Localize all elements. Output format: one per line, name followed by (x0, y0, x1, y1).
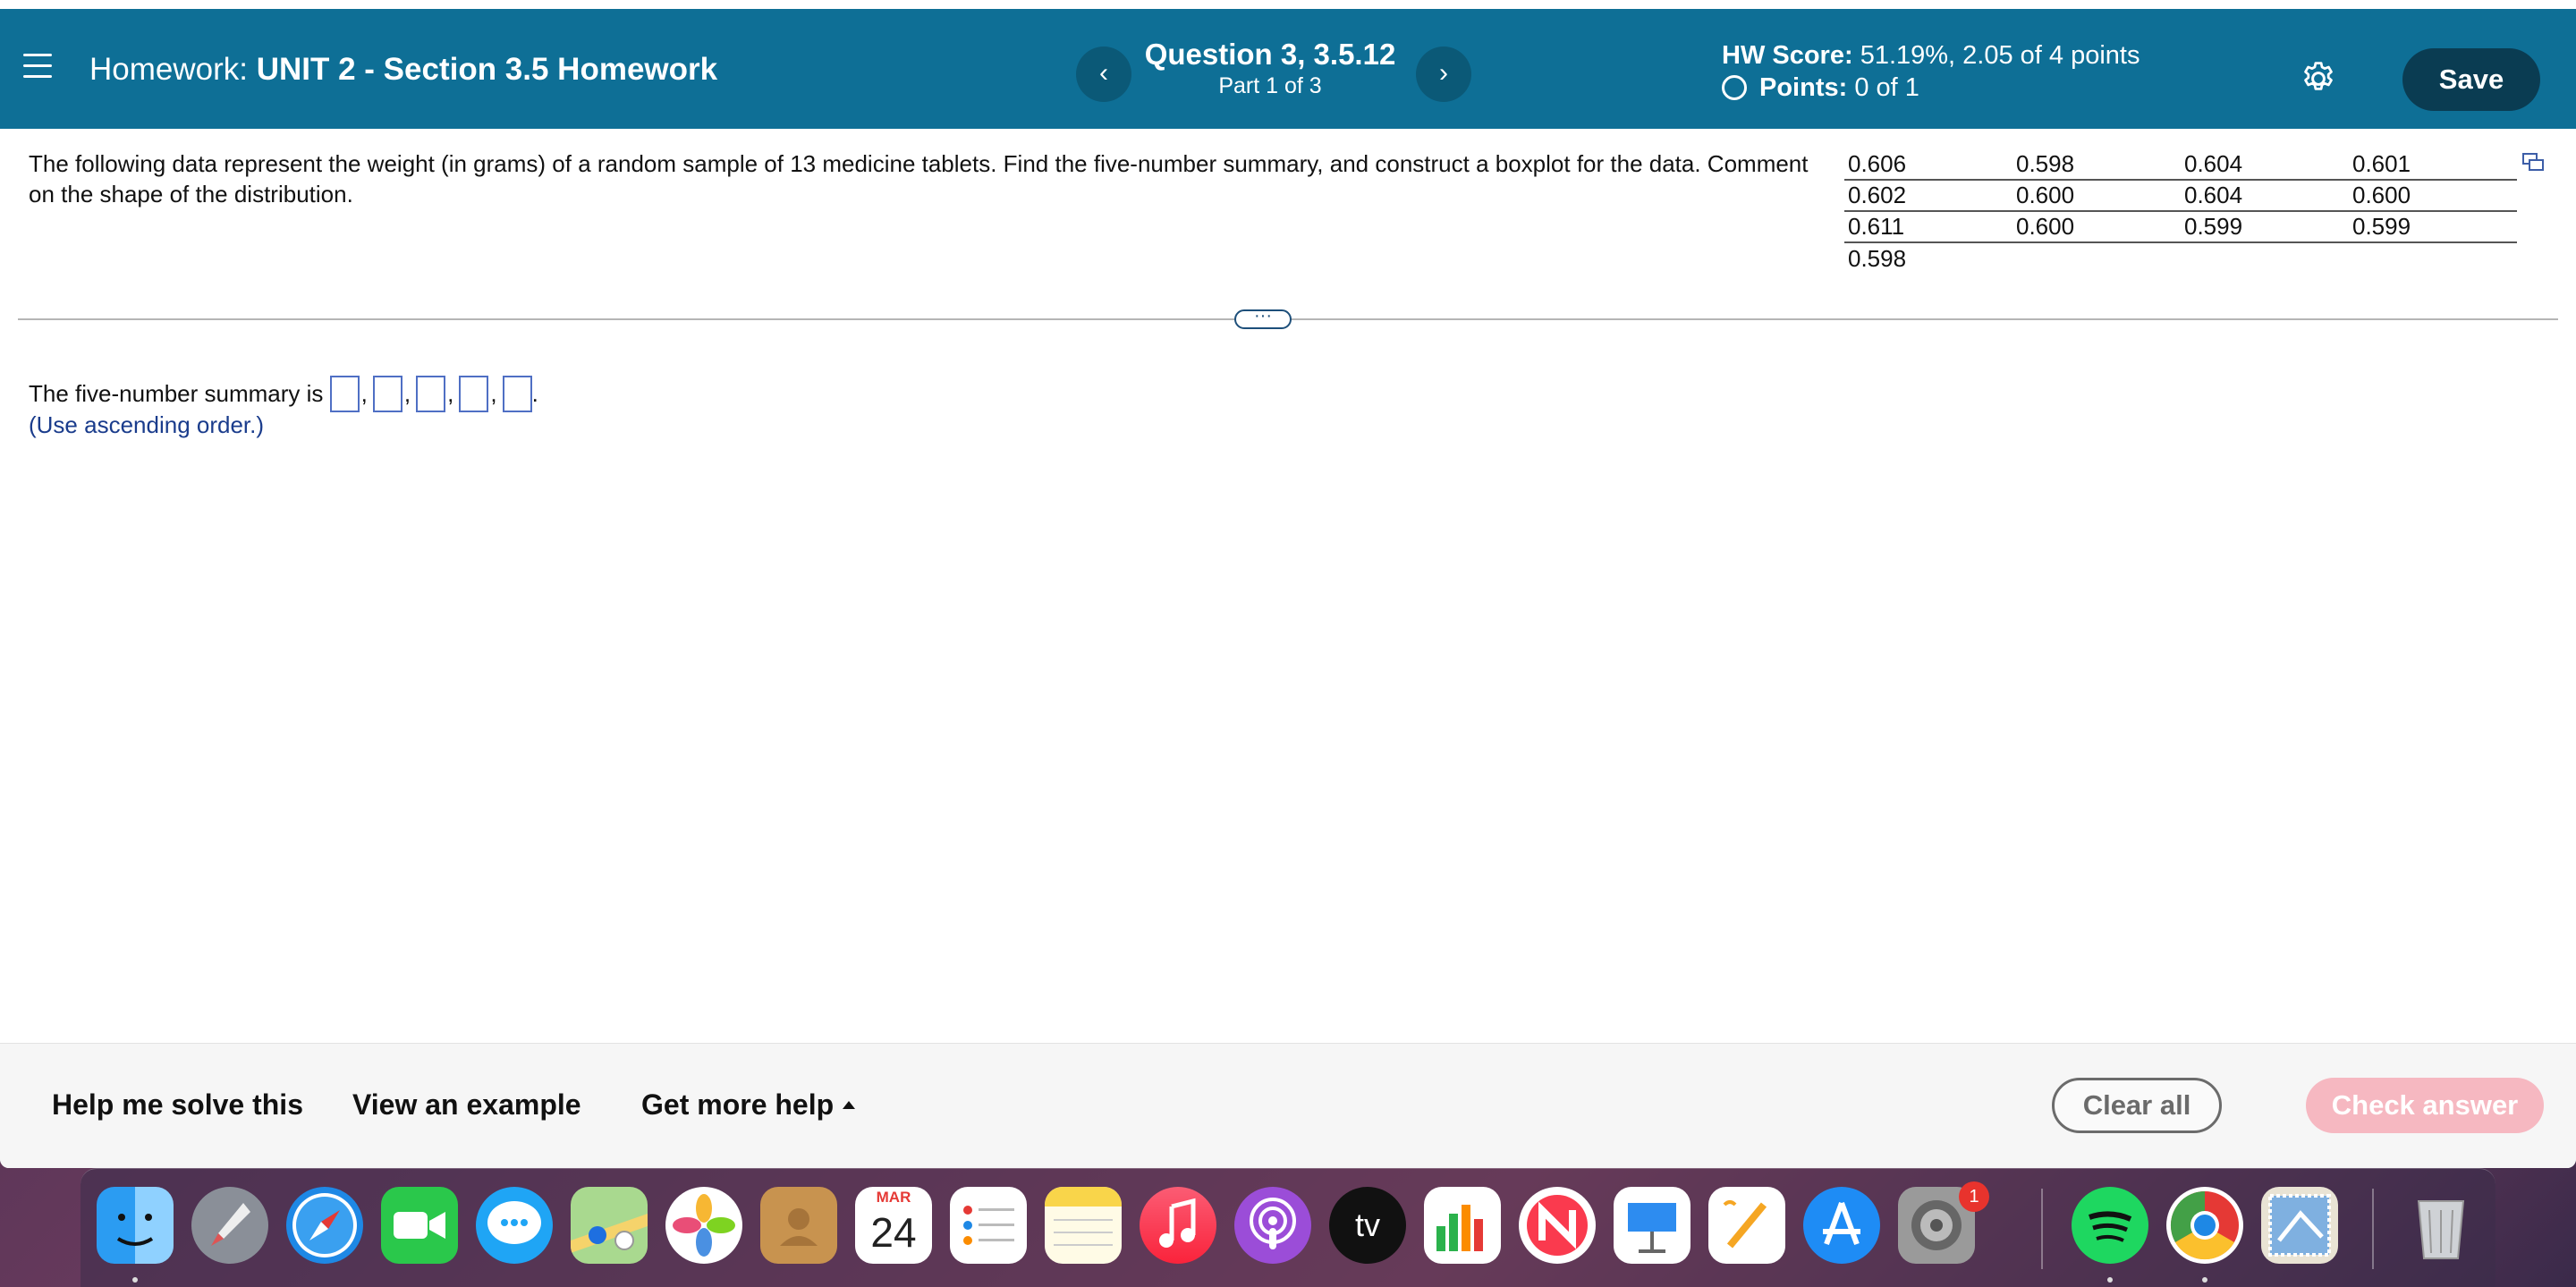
table-row: 0.606 0.598 0.604 0.601 (1844, 148, 2517, 181)
table-cell (2181, 242, 2349, 274)
settings-gear-icon[interactable] (2299, 59, 2338, 98)
points-status-icon (1722, 75, 1747, 100)
get-more-help-label: Get more help (641, 1088, 835, 1121)
table-cell: 0.600 (2012, 180, 2181, 212)
calendar-day: 24 (870, 1209, 917, 1256)
homework-header: Homework: UNIT 2 - Section 3.5 Homework … (0, 9, 2576, 129)
table-cell: 0.599 (2349, 211, 2517, 243)
table-cell: 0.611 (1844, 211, 2012, 243)
trash-icon[interactable] (2402, 1187, 2479, 1264)
answer-separator: , (360, 380, 368, 407)
table-cell: 0.600 (2012, 211, 2181, 243)
safari-icon[interactable] (286, 1187, 363, 1264)
browser-window: Homework: UNIT 2 - Section 3.5 Homework … (0, 0, 2576, 1168)
script-editor-icon[interactable] (1708, 1187, 1785, 1264)
hw-score: HW Score: 51.19%, 2.05 of 4 points (1722, 41, 2140, 71)
answer-input-q3[interactable] (459, 376, 489, 412)
table-cell: 0.599 (2181, 211, 2349, 243)
facetime-icon[interactable] (381, 1187, 458, 1264)
mail-stamp-icon[interactable] (2261, 1187, 2338, 1264)
save-button[interactable]: Save (2402, 48, 2540, 111)
macos-dock: MAR 24 tv 1 (80, 1168, 2496, 1287)
answer-end: . (531, 380, 538, 407)
dock-running-indicator (132, 1277, 138, 1283)
table-cell: 0.604 (2181, 148, 2349, 181)
news-icon[interactable] (1519, 1187, 1596, 1264)
table-cell: 0.600 (2349, 180, 2517, 212)
next-question-button[interactable]: › (1416, 47, 1471, 102)
footer-toolbar: Help me solve this View an example Get m… (0, 1043, 2576, 1168)
contacts-icon[interactable] (760, 1187, 837, 1264)
answer-separator: , (447, 380, 454, 407)
hw-score-label: HW Score: (1722, 41, 1853, 70)
calendar-icon[interactable]: MAR 24 (855, 1187, 932, 1264)
messages-icon[interactable] (476, 1187, 553, 1264)
table-row: 0.602 0.600 0.604 0.600 (1844, 180, 2517, 212)
notes-icon[interactable] (1045, 1187, 1122, 1264)
question-text: The following data represent the weight … (29, 150, 1809, 207)
table-cell: 0.598 (1848, 244, 1907, 272)
finder-icon[interactable] (97, 1187, 174, 1264)
homework-title-name: UNIT 2 - Section 3.5 Homework (256, 52, 718, 87)
numbers-icon[interactable] (1424, 1187, 1501, 1264)
table-cell (2012, 242, 2181, 274)
homework-title: Homework: UNIT 2 - Section 3.5 Homework (89, 52, 717, 88)
get-more-help-button[interactable]: Get more help (641, 1088, 856, 1122)
spotify-icon[interactable] (2072, 1187, 2148, 1264)
reminders-icon[interactable] (950, 1187, 1027, 1264)
five-number-summary-line: The five-number summary is ,,,,. (29, 376, 538, 412)
table-row: 0.611 0.600 0.599 0.599 (1844, 211, 2517, 243)
question-title: Question 3, 3.5.12 (1144, 38, 1396, 71)
dock-separator (2041, 1189, 2043, 1269)
caret-up-icon (843, 1101, 856, 1109)
photos-icon[interactable] (665, 1187, 742, 1264)
answer-input-q1[interactable] (372, 376, 402, 412)
answer-input-minimum[interactable] (329, 376, 360, 412)
dock-running-indicator (2202, 1277, 2207, 1283)
chrome-icon[interactable] (2166, 1187, 2243, 1264)
points: Points: 0 of 1 (1722, 73, 1919, 103)
podcasts-icon[interactable] (1234, 1187, 1311, 1264)
notification-badge: 1 (1959, 1181, 1989, 1212)
table-cell (2349, 242, 2517, 274)
calendar-month: MAR (876, 1189, 911, 1206)
homework-title-prefix: Homework: (89, 52, 248, 87)
check-answer-button[interactable]: Check answer (2306, 1078, 2544, 1133)
table-cell: 0.604 (2181, 180, 2349, 212)
maps-icon[interactable] (571, 1187, 648, 1264)
help-me-solve-button[interactable]: Help me solve this (52, 1088, 303, 1122)
expand-table-icon[interactable] (2522, 152, 2544, 172)
apple-tv-icon[interactable]: tv (1329, 1187, 1406, 1264)
table-cell: 0.598 (2012, 148, 2181, 181)
answer-input-maximum[interactable] (502, 376, 532, 412)
answer-prompt: The five-number summary is (29, 380, 324, 407)
table-cell: 0.602 (1844, 180, 2012, 212)
launchpad-icon[interactable] (191, 1187, 268, 1264)
table-cell: 0.601 (2349, 148, 2517, 181)
music-icon[interactable] (1140, 1187, 1216, 1264)
table-cell: 0.606 (1844, 148, 2012, 181)
clear-all-button[interactable]: Clear all (2052, 1078, 2222, 1133)
dock-separator (2372, 1189, 2374, 1269)
answer-hint: (Use ascending order.) (29, 411, 265, 438)
answer-separator: , (490, 380, 497, 407)
answer-input-median[interactable] (416, 376, 446, 412)
points-label: Points: (1759, 73, 1848, 102)
data-table: 0.606 0.598 0.604 0.601 0.602 0.600 0.60… (1844, 148, 2517, 274)
points-value: 0 of 1 (1854, 73, 1919, 102)
question-part: Part 1 of 3 (1218, 73, 1322, 98)
dock-running-indicator (2107, 1277, 2113, 1283)
table-row: 0.598 (1844, 242, 2517, 274)
keynote-icon[interactable] (1614, 1187, 1690, 1264)
view-example-button[interactable]: View an example (352, 1088, 581, 1122)
answer-separator: , (403, 380, 411, 407)
hamburger-menu-icon[interactable] (23, 54, 52, 79)
apple-tv-label: tv (1354, 1207, 1380, 1243)
hw-score-value: 51.19%, 2.05 of 4 points (1860, 41, 2140, 70)
divider-drag-handle[interactable]: ··· (1234, 307, 1292, 329)
app-store-icon[interactable] (1803, 1187, 1880, 1264)
